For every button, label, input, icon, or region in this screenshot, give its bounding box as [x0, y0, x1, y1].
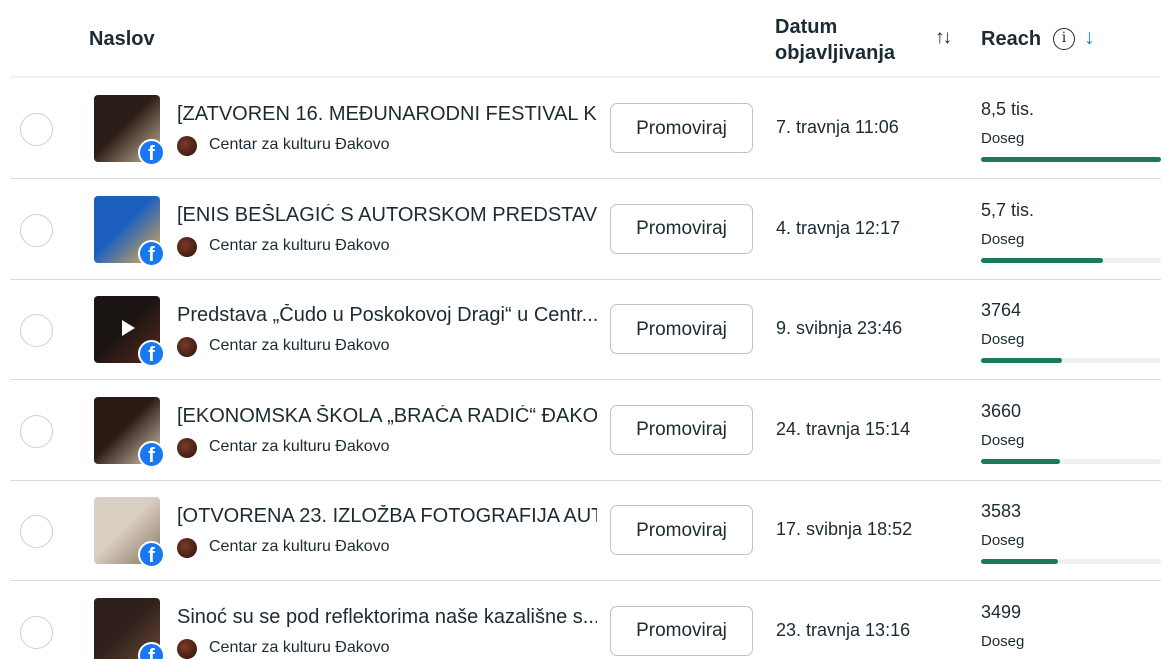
- publish-date: 17. svibnja 18:52: [776, 519, 913, 539]
- reach-label: Doseg: [981, 130, 1025, 147]
- reach-bar-fill: [981, 559, 1059, 564]
- page-name: Centar za kulturu Đakovo: [209, 337, 390, 354]
- column-header-reach[interactable]: Reach: [981, 28, 1041, 51]
- arrow-down-icon[interactable]: ↓: [1084, 26, 1095, 50]
- reach-value: 8,5 tis.: [981, 99, 1035, 119]
- publish-date: 23. travnja 13:16: [776, 619, 911, 640]
- row-select-radio[interactable]: [20, 314, 53, 347]
- reach-value: 3660: [981, 400, 1022, 421]
- promote-button[interactable]: Promoviraj: [610, 304, 753, 354]
- promote-button[interactable]: Promoviraj: [610, 404, 753, 455]
- table-row[interactable]: f Sinoć su se pod reflektorima naše kaza…: [0, 582, 1161, 659]
- reach-value: 5,7 tis.: [981, 199, 1035, 220]
- post-title[interactable]: Sinoć su se pod reflektorima naše kazali…: [177, 606, 597, 629]
- promote-button[interactable]: Promoviraj: [610, 103, 753, 153]
- table-row[interactable]: f [ZATVOREN 16. MEĐUNARODNI FESTIVAL K..…: [0, 79, 1161, 179]
- facebook-icon: f: [138, 239, 165, 267]
- post-title[interactable]: [OTVORENA 23. IZLOŽBA FOTOGRAFIJA AUT...: [177, 505, 597, 528]
- post-title[interactable]: [EKONOMSKA ŠKOLA „BRAĆA RADIĆ“ ĐAKO...: [177, 405, 597, 428]
- page-avatar: [177, 337, 197, 357]
- row-select-radio[interactable]: [20, 515, 53, 548]
- column-header-title[interactable]: Naslov: [89, 28, 155, 51]
- row-select-radio[interactable]: [20, 113, 53, 146]
- row-select-radio[interactable]: [20, 615, 53, 649]
- reach-label: Doseg: [981, 431, 1025, 449]
- row-select-radio[interactable]: [20, 414, 53, 448]
- column-header-date-label: Datum objavljivanja: [775, 16, 896, 64]
- row-select-radio[interactable]: [20, 213, 53, 247]
- facebook-icon: f: [138, 440, 165, 468]
- reach-label: Doseg: [981, 632, 1025, 650]
- play-icon: [122, 320, 135, 336]
- publish-date: 4. travnja 12:17: [776, 217, 901, 238]
- table-row[interactable]: f Predstava „Čudo u Poskokovoj Dragi“ u …: [0, 280, 1161, 380]
- table-header: Naslov Datum objavljivanja ↑↓ Reach i ↓: [0, 0, 1161, 79]
- table-row[interactable]: f [ENIS BEŠLAGIĆ S AUTORSKOM PREDSTAVO..…: [0, 180, 1161, 280]
- reach-bar-fill: [981, 358, 1062, 363]
- page-avatar: [177, 638, 197, 659]
- reach-bar: [981, 458, 1161, 464]
- sort-arrows-icon[interactable]: ↑↓: [935, 27, 952, 49]
- table-row[interactable]: f [OTVORENA 23. IZLOŽBA FOTOGRAFIJA AUT.…: [0, 481, 1161, 581]
- page-avatar: [177, 437, 197, 458]
- reach-bar-fill: [981, 458, 1061, 464]
- reach-bar: [981, 358, 1161, 363]
- column-header-date[interactable]: Datum objavljivanja: [775, 14, 905, 66]
- facebook-icon: f: [138, 139, 165, 166]
- page-name: Centar za kulturu Đakovo: [209, 638, 390, 656]
- publish-date: 7. travnja 11:06: [776, 117, 899, 137]
- reach-label: Doseg: [981, 331, 1025, 348]
- facebook-icon: f: [138, 641, 165, 659]
- post-title[interactable]: [ZATVOREN 16. MEĐUNARODNI FESTIVAL K...: [177, 103, 597, 126]
- post-title[interactable]: [ENIS BEŠLAGIĆ S AUTORSKOM PREDSTAVO...: [177, 204, 597, 227]
- promote-button[interactable]: Promoviraj: [610, 203, 753, 254]
- reach-bar: [981, 157, 1161, 162]
- reach-value: 3583: [981, 501, 1022, 521]
- reach-label: Doseg: [981, 532, 1025, 549]
- page-avatar: [177, 136, 197, 156]
- reach-value: 3499: [981, 601, 1022, 622]
- page-name: Centar za kulturu Đakovo: [209, 437, 390, 455]
- reach-bar: [981, 257, 1161, 263]
- reach-label: Doseg: [981, 230, 1025, 248]
- page-avatar: [177, 538, 197, 558]
- page-name: Centar za kulturu Đakovo: [209, 538, 390, 555]
- page-avatar: [177, 236, 197, 257]
- table-row[interactable]: f [EKONOMSKA ŠKOLA „BRAĆA RADIĆ“ ĐAKO...…: [0, 381, 1161, 481]
- reach-bar: [981, 559, 1161, 564]
- page-name: Centar za kulturu Đakovo: [209, 236, 390, 254]
- info-icon[interactable]: i: [1053, 28, 1075, 50]
- reach-bar-fill: [981, 257, 1104, 263]
- facebook-icon: f: [138, 541, 165, 568]
- promote-button[interactable]: Promoviraj: [610, 505, 753, 555]
- publish-date: 24. travnja 15:14: [776, 418, 911, 439]
- reach-value: 3764: [981, 300, 1022, 320]
- facebook-icon: f: [138, 340, 165, 367]
- promote-button[interactable]: Promoviraj: [610, 605, 753, 656]
- reach-bar-fill: [981, 157, 1161, 162]
- post-title[interactable]: Predstava „Čudo u Poskokovoj Dragi“ u Ce…: [177, 304, 597, 327]
- page-name: Centar za kulturu Đakovo: [209, 136, 390, 153]
- publish-date: 9. svibnja 23:46: [776, 318, 903, 338]
